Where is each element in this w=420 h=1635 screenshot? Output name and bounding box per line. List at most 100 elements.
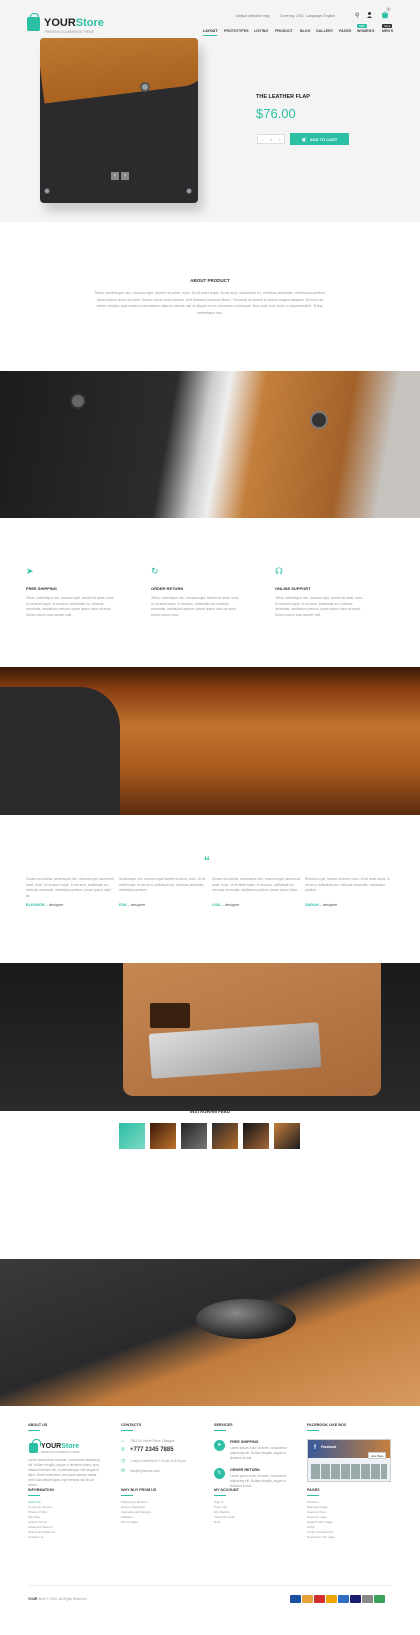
- bag-logo-icon[interactable]: [27, 13, 40, 31]
- snap-button-shape: [140, 82, 150, 92]
- copyright-brand: YOUR: [28, 1597, 38, 1601]
- cart-icon[interactable]: [381, 11, 389, 19]
- author-name: EVA: [119, 903, 127, 907]
- leather-flap-shape: [40, 38, 198, 104]
- nav-pages[interactable]: PAGES: [339, 29, 351, 33]
- shipping-icon: ➤: [214, 1440, 225, 1451]
- testimonial-author: SARAH – designer: [305, 903, 338, 907]
- language-selector[interactable]: Language: English: [306, 14, 335, 18]
- testimonial-text: Ornare arcu tellus, scelerisque nec, rho…: [26, 877, 114, 898]
- product-photo-card-wallet: [0, 963, 420, 1111]
- felt-shape: [0, 687, 120, 815]
- currency-selector[interactable]: Currency: USD: [280, 14, 304, 18]
- service-text: Lorem ipsum dolor sit amet, consectetur …: [230, 1446, 287, 1460]
- footer-about-text: Lorem ipsum dolor sit amet, consectetur …: [28, 1458, 100, 1487]
- nav-prototypes[interactable]: PROTOTYPES: [224, 29, 249, 33]
- quote-icon: “: [204, 854, 210, 868]
- facebook-page-name: Facebook: [321, 1445, 337, 1449]
- payment-card-icon: [362, 1595, 373, 1603]
- contact-hours: 7 days a week from 7:00 am to 6:00 pm: [130, 1459, 186, 1463]
- store-logo[interactable]: YOURStore: [44, 17, 104, 29]
- author-name: LISA: [212, 903, 221, 907]
- card-slot-shape: [150, 1003, 190, 1028]
- search-icon[interactable]: ⚲: [355, 12, 359, 19]
- nav-womens[interactable]: WOMEN'S: [357, 29, 374, 33]
- instagram-thumb[interactable]: [150, 1123, 176, 1149]
- hero-section: YOURStore PREMIUM ECOMMERCE THEME Defaul…: [0, 0, 420, 222]
- quantity-stepper[interactable]: – 1 +: [257, 134, 285, 144]
- author-role: designer: [130, 903, 146, 907]
- add-to-cart-label: ADD TO CART: [309, 136, 338, 142]
- qty-minus-button[interactable]: –: [261, 137, 263, 142]
- product-title: THE LEATHER FLAP: [256, 94, 310, 100]
- facebook-like-button[interactable]: Like Page: [368, 1452, 387, 1459]
- product-price: $76.00: [256, 106, 296, 121]
- product-photo-leather-flap: [0, 667, 420, 815]
- instagram-thumb[interactable]: [181, 1123, 207, 1149]
- author-name: SARAH: [305, 903, 319, 907]
- nav-listing[interactable]: LISTING: [254, 29, 268, 33]
- feature-title: ORDER RETURN: [151, 586, 184, 591]
- footer-logo: YOURStore: [41, 1443, 79, 1450]
- email-icon: ✉: [121, 1468, 126, 1474]
- instagram-thumb[interactable]: [119, 1123, 145, 1149]
- testimonial-author: ELEANOR – designer: [26, 903, 64, 907]
- add-to-cart-button[interactable]: 🛒︎ ADD TO CART: [290, 133, 349, 145]
- about-title: ABOUT PRODUCT: [190, 278, 230, 283]
- instagram-thumb[interactable]: [212, 1123, 238, 1149]
- account-links: Sign In View Cart My Wishlist Track My O…: [214, 1500, 235, 1525]
- pages-links: Services Warranty Page Select a Type Pay…: [307, 1500, 335, 1540]
- footer-link[interactable]: Help: [214, 1520, 235, 1525]
- footer-account-title: MY ACCOUNT: [214, 1488, 239, 1492]
- nav-gallery[interactable]: GALLERY: [316, 29, 333, 33]
- qty-plus-button[interactable]: +: [278, 137, 280, 142]
- author-role: designer: [224, 903, 240, 907]
- nav-mens[interactable]: MEN'S: [382, 29, 393, 33]
- footer-facebook-title: FACEBOOK LIKE BOX: [307, 1423, 347, 1427]
- logo-accent-text: Store: [61, 1443, 80, 1450]
- footer-information-title: INFORMATION: [28, 1488, 54, 1492]
- slider-prev-button[interactable]: ‹: [111, 172, 119, 180]
- footer-link[interactable]: Group Sales: [121, 1520, 151, 1525]
- footer-contacts-title: CONTACTS: [121, 1423, 142, 1427]
- account-icon[interactable]: [367, 12, 372, 18]
- basket-icon: 🛒︎: [301, 136, 307, 142]
- feature-text: Tellus, scelerisque nec, rhoncus eget, l…: [151, 596, 240, 617]
- nav-blog[interactable]: BLOG: [300, 29, 310, 33]
- footer-pages-title: PAGES: [307, 1488, 320, 1492]
- instagram-thumb[interactable]: [274, 1123, 300, 1149]
- copyright: YOUR Store © 2015. All Rights Reserved.: [28, 1597, 87, 1601]
- footer-link[interactable]: Contact Us: [28, 1535, 55, 1540]
- logo-tagline: PREMIUM ECOMMERCE THEME: [45, 30, 94, 34]
- facebook-like-box[interactable]: f Facebook Like Page: [307, 1439, 391, 1482]
- shipping-icon: ➤: [26, 566, 34, 576]
- instagram-title: INSTAGRAM FEED: [189, 1109, 231, 1114]
- snap-detail-shape: [70, 393, 86, 409]
- testimonial-author: EVA – designer: [119, 903, 146, 907]
- contact-email[interactable]: info@mydomain.com: [130, 1469, 160, 1474]
- headset-icon: ☊: [275, 566, 283, 576]
- nav-layout[interactable]: LAYOUT: [203, 29, 218, 36]
- phone-icon: ✆: [121, 1447, 126, 1453]
- contact-phone[interactable]: +777 2345 7885: [130, 1447, 174, 1453]
- footer-link[interactable]: Newsletter Sm page: [307, 1535, 335, 1540]
- title-underline: [28, 1430, 40, 1432]
- contact-address: 7563 St. Vicent Place, Glasgow: [130, 1439, 175, 1443]
- sale-badge: SALE: [382, 24, 393, 28]
- title-underline: [214, 1430, 226, 1432]
- footer-divider: [28, 1585, 392, 1586]
- nav-product[interactable]: PRODUCT: [275, 29, 293, 33]
- logo-main-text: YOUR: [44, 17, 76, 29]
- rivet-shape: [186, 188, 192, 194]
- title-underline: [121, 1430, 133, 1432]
- slider-next-button[interactable]: ›: [121, 172, 129, 180]
- qty-value[interactable]: 1: [270, 137, 272, 142]
- product-photo-snap-closeup: [0, 1259, 420, 1406]
- amex-icon: [338, 1595, 349, 1603]
- testimonial-text: Ornare arcu tellus, scelerisque nec, rho…: [212, 877, 300, 892]
- instagram-thumb[interactable]: [243, 1123, 269, 1149]
- author-role: designer: [48, 903, 64, 907]
- maestro-icon: [326, 1595, 337, 1603]
- testimonial-text: Rhoncus eget, laoreet sit amet, nunc. Ut…: [305, 877, 390, 892]
- copyright-text: Store © 2015. All Rights Reserved.: [38, 1597, 88, 1601]
